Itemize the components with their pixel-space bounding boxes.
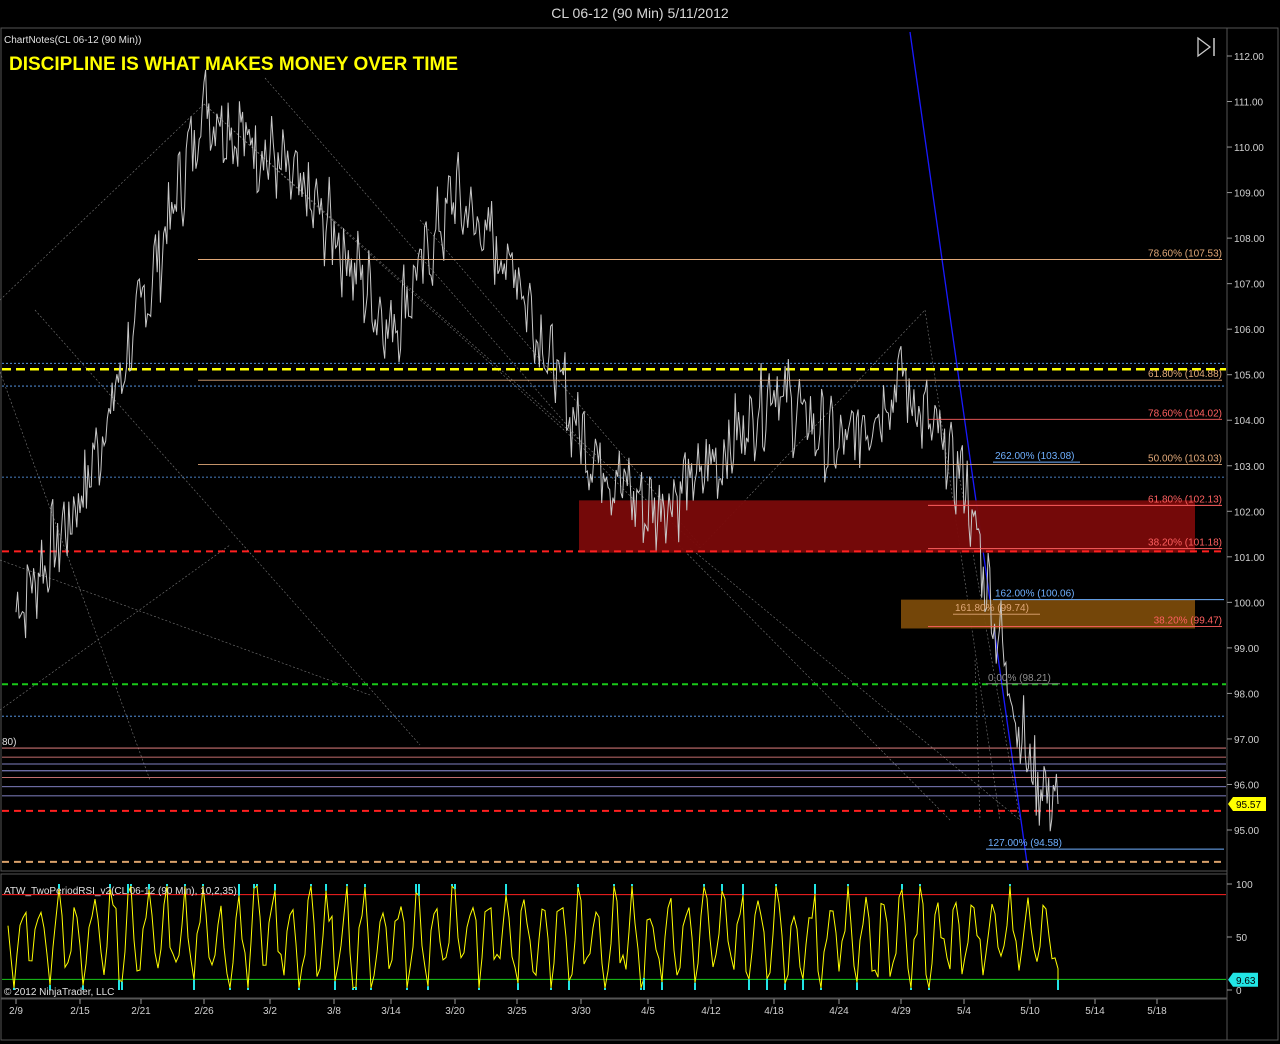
fib-level-label: 262.00% (103.08)	[995, 451, 1075, 462]
price-tick-label: 104.00	[1234, 416, 1265, 427]
price-tick-label: 107.00	[1234, 280, 1265, 291]
price-tick-label: 108.00	[1234, 234, 1265, 245]
resistance-zone-red	[579, 500, 1195, 553]
time-tick-label: 3/8	[327, 1006, 341, 1017]
fib-level-label: 61.80% (102.13)	[1148, 494, 1222, 505]
time-tick-label: 4/18	[764, 1006, 784, 1017]
price-tick-label: 98.00	[1234, 689, 1259, 700]
chart-canvas[interactable]: 78.60% (107.53) 61.80% (104.88) 78.60% (10…	[0, 0, 1280, 1044]
fib-level-label: 38.20% (99.47)	[1154, 615, 1222, 626]
price-tick-label: 97.00	[1234, 735, 1259, 746]
time-tick-label: 5/10	[1020, 1006, 1040, 1017]
price-tick-label: 112.00	[1234, 52, 1264, 63]
current-price-badge: 95.57	[1228, 797, 1266, 812]
chart-notes-label: ChartNotes(CL 06-12 (90 Min))	[4, 35, 141, 46]
time-axis-frame	[0, 998, 1228, 1041]
banner-text: DISCIPLINE IS WHAT MAKES MONEY OVER TIME	[9, 54, 458, 75]
fib-level-label: 50.00% (103.03)	[1148, 453, 1222, 464]
price-tick-label: 109.00	[1234, 189, 1265, 200]
time-tick-label: 5/4	[957, 1006, 971, 1017]
time-tick-label: 2/15	[70, 1006, 90, 1017]
rsi-tick-label: 100	[1236, 880, 1253, 891]
price-tick-label: 100.00	[1234, 598, 1265, 609]
price-tick-label: 101.00	[1234, 553, 1265, 564]
current-rsi-badge: 9.63	[1228, 972, 1258, 987]
indicator-label: ATW_TwoPeriodRSI_v2(CL 06-12 (90 Min), 1…	[4, 886, 237, 897]
price-tick-label: 96.00	[1234, 780, 1259, 791]
fib-level-label: 0.00% (98.21)	[988, 673, 1051, 684]
price-tick-label: 95.00	[1234, 826, 1259, 837]
fib-level-label: 78.60% (104.02)	[1148, 408, 1222, 419]
current-price-value: 95.57	[1236, 800, 1261, 811]
fib-level-label: 61.80% (104.88)	[1148, 369, 1222, 380]
time-tick-label: 3/30	[571, 1006, 591, 1017]
chart-window: CL 06-12 (90 Min) 5/11/2012 78.60% (107.…	[0, 0, 1280, 1044]
current-rsi-value: 9.63	[1236, 976, 1256, 987]
time-tick-label: 3/20	[445, 1006, 465, 1017]
time-tick-label: 2/26	[194, 1006, 214, 1017]
price-tick-label: 110.00	[1234, 143, 1264, 154]
time-tick-label: 5/14	[1085, 1006, 1105, 1017]
time-tick-label: 5/18	[1147, 1006, 1167, 1017]
time-tick-label: 3/14	[381, 1006, 401, 1017]
fib-level-label: 161.80% (99.74)	[955, 603, 1029, 614]
fib-level-label: 78.60% (107.53)	[1148, 249, 1222, 260]
fib-level-label: 127.00% (94.58)	[988, 838, 1062, 849]
time-tick-label: 2/21	[131, 1006, 151, 1017]
time-tick-label: 4/5	[641, 1006, 655, 1017]
time-tick-label: 3/2	[263, 1006, 277, 1017]
price-tick-label: 106.00	[1234, 325, 1265, 336]
fib-level-label: 38.20% (101.18)	[1148, 538, 1222, 549]
time-tick-label: 4/12	[701, 1006, 721, 1017]
price-tick-label: 105.00	[1234, 371, 1265, 382]
price-tick-label: 103.00	[1234, 462, 1265, 473]
price-panel-frame	[0, 27, 1228, 872]
time-tick-label: 4/29	[891, 1006, 911, 1017]
price-tick-label: 99.00	[1234, 644, 1259, 655]
rsi-tick-label: 0	[1236, 986, 1242, 997]
time-tick-label: 2/9	[9, 1006, 23, 1017]
left-clip-label: 80)	[2, 737, 16, 748]
fib-level-label: 162.00% (100.06)	[995, 589, 1075, 600]
price-tick-label: 111.00	[1234, 98, 1264, 109]
time-tick-label: 3/25	[507, 1006, 527, 1017]
time-tick-label: 4/24	[829, 1006, 849, 1017]
resistance-zone-brown	[901, 599, 1195, 629]
price-tick-label: 102.00	[1234, 507, 1265, 518]
copyright-text: © 2012 NinjaTrader, LLC	[4, 987, 114, 998]
rsi-tick-label: 50	[1236, 933, 1248, 944]
